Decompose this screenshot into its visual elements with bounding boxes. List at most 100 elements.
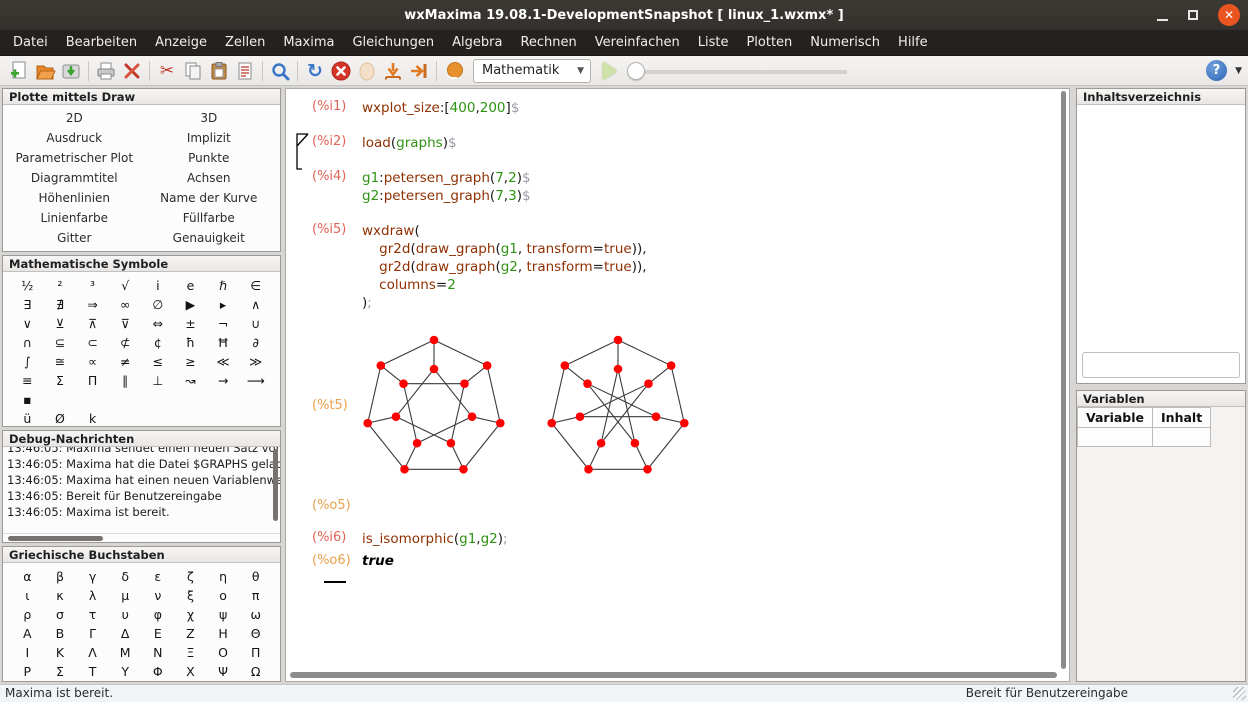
greek-Β[interactable]: Β — [44, 624, 77, 643]
symbol-⊆[interactable]: ⊆ — [44, 333, 77, 352]
greek-Ρ[interactable]: Ρ — [11, 662, 44, 681]
symbol-Ħ[interactable]: Ħ — [207, 333, 240, 352]
symbol-⇒[interactable]: ⇒ — [76, 295, 109, 314]
draw-button-füllfarbe[interactable]: Füllfarbe — [142, 208, 277, 228]
draw-button-gitter[interactable]: Gitter — [7, 228, 142, 248]
print-icon[interactable] — [93, 58, 119, 84]
symbol-∈[interactable]: ∈ — [239, 276, 272, 295]
cell-bracket-icon[interactable] — [294, 132, 310, 172]
greek-ο[interactable]: ο — [207, 586, 240, 605]
draw-button-diagrammtitel[interactable]: Diagrammtitel — [7, 168, 142, 188]
slider-handle[interactable] — [627, 62, 645, 80]
stop-icon[interactable] — [328, 58, 354, 84]
help-icon[interactable]: ? — [1206, 60, 1227, 81]
minimize-icon[interactable] — [1157, 10, 1168, 21]
draw-button-achsen[interactable]: Achsen — [142, 168, 277, 188]
symbol-≪[interactable]: ≪ — [207, 352, 240, 371]
symbol-ü[interactable]: ü — [11, 409, 44, 428]
symbol-½[interactable]: ½ — [11, 276, 44, 295]
greek-ρ[interactable]: ρ — [11, 605, 44, 624]
copy-icon[interactable] — [180, 58, 206, 84]
toolbar-overflow-icon[interactable]: ▼ — [1235, 66, 1242, 76]
greek-Ξ[interactable]: Ξ — [174, 643, 207, 662]
menu-item-liste[interactable]: Liste — [689, 31, 738, 54]
petersen-graph-2[interactable] — [534, 329, 702, 481]
symbol-∂[interactable]: ∂ — [239, 333, 272, 352]
symbol-∪[interactable]: ∪ — [239, 314, 272, 333]
menu-item-algebra[interactable]: Algebra — [443, 31, 511, 54]
menu-item-anzeige[interactable]: Anzeige — [146, 31, 216, 54]
code-line[interactable]: wxplot_size:[400,200]$ — [362, 99, 519, 117]
worksheet-cell-5[interactable]: (%o5) — [300, 498, 1053, 513]
symbol-⊥[interactable]: ⊥ — [142, 371, 175, 390]
greek-δ[interactable]: δ — [109, 567, 142, 586]
symbol-∝[interactable]: ∝ — [76, 352, 109, 371]
greek-α[interactable]: α — [11, 567, 44, 586]
greek-ξ[interactable]: ξ — [174, 586, 207, 605]
symbol-≤[interactable]: ≤ — [142, 352, 175, 371]
menu-item-plotten[interactable]: Plotten — [737, 31, 801, 54]
symbol-∫[interactable]: ∫ — [11, 352, 44, 371]
greek-ε[interactable]: ε — [142, 567, 175, 586]
configure-icon[interactable] — [119, 58, 145, 84]
greek-Ν[interactable]: Ν — [142, 643, 175, 662]
cell-code[interactable]: g1:petersen_graph(7,2)$g2:petersen_graph… — [362, 169, 531, 205]
greek-Φ[interactable]: Φ — [142, 662, 175, 681]
greek-Χ[interactable]: Χ — [174, 662, 207, 681]
menu-item-vereinfachen[interactable]: Vereinfachen — [586, 31, 689, 54]
code-line[interactable]: is_isomorphic(g1,g2); — [362, 530, 508, 548]
close-icon[interactable]: ✕ — [1218, 4, 1240, 26]
menu-item-maxima[interactable]: Maxima — [274, 31, 343, 54]
code-line[interactable]: wxdraw( — [362, 222, 647, 240]
worksheet-cell-8[interactable] — [300, 579, 1053, 583]
symbol-¢[interactable]: ¢ — [142, 333, 175, 352]
greek-Λ[interactable]: Λ — [76, 643, 109, 662]
symbol-√[interactable]: √ — [109, 276, 142, 295]
greek-γ[interactable]: γ — [76, 567, 109, 586]
recalculate-icon[interactable]: ↻ — [302, 58, 328, 84]
code-line[interactable]: load(graphs)$ — [362, 134, 457, 152]
greek-Π[interactable]: Π — [239, 643, 272, 662]
code-line[interactable]: g1:petersen_graph(7,2)$ — [362, 169, 531, 187]
petersen-graph-1[interactable] — [350, 329, 518, 481]
code-line[interactable]: gr2d(draw_graph(g2, transform=true)), — [362, 258, 647, 276]
menu-item-hilfe[interactable]: Hilfe — [889, 31, 937, 54]
variables-table[interactable]: Variable Inhalt — [1077, 407, 1211, 447]
plot-output[interactable] — [350, 329, 702, 481]
greek-λ[interactable]: λ — [76, 586, 109, 605]
symbol-≫[interactable]: ≫ — [239, 352, 272, 371]
draw-button-punkte[interactable]: Punkte — [142, 148, 277, 168]
symbol-∥[interactable]: ∥ — [109, 371, 142, 390]
greek-ι[interactable]: ι — [11, 586, 44, 605]
worksheet-cell-1[interactable]: (%i2)load(graphs)$ — [300, 134, 1053, 152]
symbol-Π[interactable]: Π — [76, 371, 109, 390]
menu-item-zellen[interactable]: Zellen — [216, 31, 274, 54]
play-animation-button[interactable] — [603, 62, 617, 80]
variables-col-variable[interactable]: Variable — [1078, 408, 1153, 428]
code-line[interactable]: gr2d(draw_graph(g1, transform=true)), — [362, 240, 647, 258]
worksheet-vertical-scrollbar[interactable] — [1061, 91, 1066, 669]
symbol-±[interactable]: ± — [174, 314, 207, 333]
greek-φ[interactable]: φ — [142, 605, 175, 624]
greek-ψ[interactable]: ψ — [207, 605, 240, 624]
symbol-≠[interactable]: ≠ — [109, 352, 142, 371]
symbol-∞[interactable]: ∞ — [109, 295, 142, 314]
greek-ω[interactable]: ω — [239, 605, 272, 624]
greek-Ο[interactable]: Ο — [207, 643, 240, 662]
symbol-∃[interactable]: ∃ — [11, 295, 44, 314]
worksheet-area[interactable]: (%i1)wxplot_size:[400,200]$(%i2)load(gra… — [285, 88, 1070, 682]
symbol-∩[interactable]: ∩ — [11, 333, 44, 352]
symbol-▸[interactable]: ▸ — [207, 295, 240, 314]
symbol-▪[interactable]: ▪ — [11, 390, 44, 409]
greek-ζ[interactable]: ζ — [174, 567, 207, 586]
symbol-⊻[interactable]: ⊻ — [44, 314, 77, 333]
greek-υ[interactable]: υ — [109, 605, 142, 624]
symbol-Σ[interactable]: Σ — [44, 371, 77, 390]
draw-button-ausdruck[interactable]: Ausdruck — [7, 128, 142, 148]
symbol-⊽[interactable]: ⊽ — [109, 314, 142, 333]
toc-list[interactable] — [1077, 105, 1245, 383]
greek-χ[interactable]: χ — [174, 605, 207, 624]
greek-Σ[interactable]: Σ — [44, 662, 77, 681]
menu-item-gleichungen[interactable]: Gleichungen — [343, 31, 443, 54]
cell-code[interactable]: wxdraw( gr2d(draw_graph(g1, transform=tr… — [362, 222, 647, 312]
